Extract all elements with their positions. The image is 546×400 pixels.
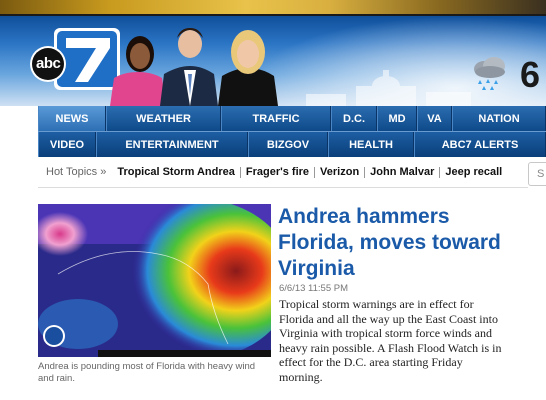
secondary-nav: VIDEO ENTERTAINMENT BIZGOV HEALTH ABC7 A… xyxy=(38,131,546,157)
top-accent-bar xyxy=(0,0,546,14)
hot-topic-link[interactable]: John Malvar xyxy=(365,166,441,178)
hot-topics-bar: Hot Topics » Tropical Storm Andrea Frage… xyxy=(38,157,528,188)
nav-md[interactable]: MD xyxy=(377,106,417,131)
nav-news[interactable]: NEWS xyxy=(38,106,106,131)
news-anchors-photo xyxy=(110,16,285,106)
hot-topic-link[interactable]: Frager's fire xyxy=(241,166,316,178)
nav-va[interactable]: VA xyxy=(417,106,452,131)
nav-dc[interactable]: D.C. xyxy=(331,106,377,131)
nav-health[interactable]: HEALTH xyxy=(328,132,414,157)
search-input[interactable]: S xyxy=(528,162,546,186)
hot-topic-link[interactable]: Tropical Storm Andrea xyxy=(112,166,241,178)
story-timestamp: 6/6/13 11:55 PM xyxy=(279,283,349,294)
site-header: abc 6 xyxy=(0,16,546,106)
nav-video[interactable]: VIDEO xyxy=(38,132,96,157)
capitol-skyline-graphic xyxy=(306,70,471,106)
nav-weather[interactable]: WEATHER xyxy=(106,106,221,131)
nav-nation[interactable]: NATION xyxy=(452,106,546,131)
hot-topic-link[interactable]: Jeep recall xyxy=(440,166,507,178)
nav-abc7-alerts[interactable]: ABC7 ALERTS xyxy=(414,132,546,157)
nav-entertainment[interactable]: ENTERTAINMENT xyxy=(96,132,248,157)
logo-text: abc xyxy=(36,55,61,72)
primary-nav: NEWS WEATHER TRAFFIC D.C. MD VA NATION xyxy=(38,106,546,131)
story-summary: Tropical storm warnings are in effect fo… xyxy=(279,297,502,384)
image-caption: Andrea is pounding most of Florida with … xyxy=(38,361,256,384)
nav-bizgov[interactable]: BIZGOV xyxy=(248,132,328,157)
story-headline[interactable]: Andrea hammers Florida, moves toward Vir… xyxy=(278,204,528,282)
current-temperature[interactable]: 6 xyxy=(520,54,540,96)
hot-topic-link[interactable]: Verizon xyxy=(315,166,366,178)
hot-topics-label: Hot Topics » xyxy=(46,166,107,178)
nav-traffic[interactable]: TRAFFIC xyxy=(221,106,331,131)
storm-radar-image[interactable] xyxy=(38,204,271,357)
rain-cloud-icon[interactable] xyxy=(470,54,510,94)
